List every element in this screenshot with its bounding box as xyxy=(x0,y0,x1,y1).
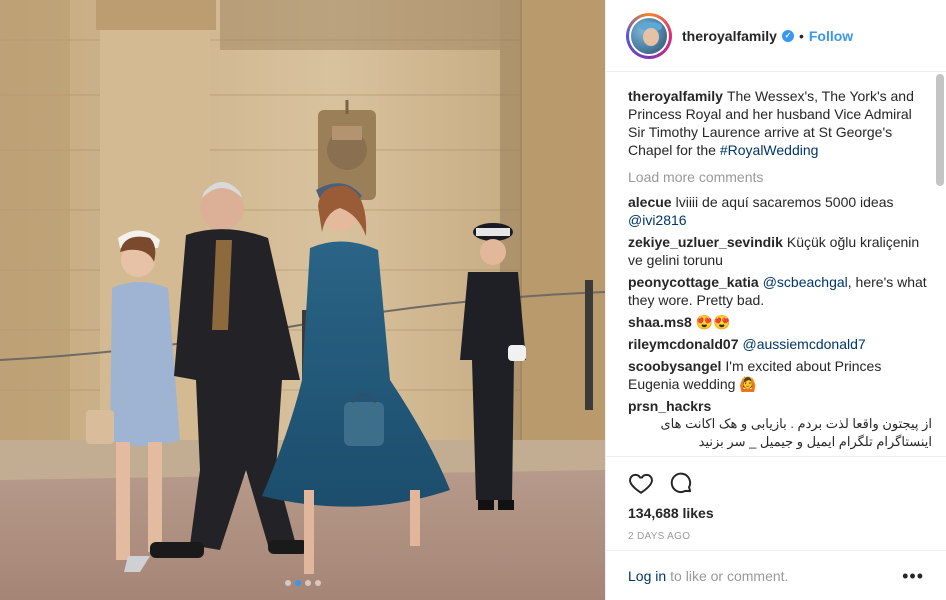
comments-list: theroyalfamily The Wessex's, The York's a… xyxy=(606,73,946,454)
header-username[interactable]: theroyalfamily xyxy=(682,28,777,44)
comment-mention-link[interactable]: @scbeachgal xyxy=(763,274,848,290)
carousel-dot[interactable] xyxy=(314,580,321,586)
comment-item: peonycottage_katia @scbeachgal, here's wh… xyxy=(628,273,932,309)
follow-button[interactable]: Follow xyxy=(809,28,853,44)
comment-text-rtl: از پیجتون واقعا لذت بردم . بازیابی و هک … xyxy=(660,416,932,449)
comment-item: rileymcdonald07 @aussiemcdonald7 xyxy=(628,335,932,353)
header-separator: • xyxy=(798,27,804,44)
comment-item: zekiye_uzluer_sevindik Küçük oğlu kraliçe… xyxy=(628,233,932,269)
action-icon-row xyxy=(628,465,924,501)
comment-item: alecue lviiii de aquí sacaremos 5000 idea… xyxy=(628,193,932,229)
avatar[interactable] xyxy=(629,15,669,56)
comment-text: lviiii de aquí sacaremos 5000 ideas xyxy=(675,194,894,210)
comment-text: 😍😍 xyxy=(695,314,731,330)
post-header: theroyalfamily ✓ • Follow xyxy=(606,0,946,72)
comment-item: shaa.ms8 😍😍 xyxy=(628,313,932,331)
post-timestamp[interactable]: 2 DAYS AGO xyxy=(628,531,924,542)
comment-username[interactable]: peonycottage_katia xyxy=(628,274,759,290)
post-caption: theroyalfamily The Wessex's, The York's a… xyxy=(628,87,932,159)
carousel-indicator[interactable] xyxy=(0,580,605,586)
carousel-dot[interactable] xyxy=(304,580,311,586)
post-side-panel: theroyalfamily ✓ • Follow theroyalfamily… xyxy=(605,0,946,600)
more-options-icon[interactable]: ••• xyxy=(902,567,924,585)
post-photo[interactable] xyxy=(0,0,605,600)
likes-count[interactable]: 134,688 likes xyxy=(628,505,924,521)
comment-item: prsn_hackrs از پیجتون واقعا لذت بردم . ب… xyxy=(628,397,932,451)
photo-illustration xyxy=(0,0,605,600)
avatar-face-shape xyxy=(643,27,659,46)
caption-username[interactable]: theroyalfamily xyxy=(628,88,723,104)
comment-username[interactable]: shaa.ms8 xyxy=(628,314,692,330)
comment-username[interactable]: scoobysangel xyxy=(628,358,721,374)
carousel-dot-active[interactable] xyxy=(294,580,301,586)
comment-username[interactable]: prsn_hackrs xyxy=(628,398,711,414)
login-link[interactable]: Log in xyxy=(628,568,666,584)
comment-mention-link[interactable]: @ivi2816 xyxy=(628,212,687,228)
avatar-story-ring[interactable] xyxy=(626,12,672,59)
verified-badge-icon: ✓ xyxy=(781,29,794,42)
comment-username[interactable]: zekiye_uzluer_sevindik xyxy=(628,234,783,250)
post-actions: 134,688 likes 2 DAYS AGO xyxy=(606,456,946,542)
login-prompt-text: to like or comment. xyxy=(670,567,789,584)
comment-bubble-icon[interactable] xyxy=(668,470,694,496)
carousel-dot[interactable] xyxy=(284,580,291,586)
caption-hashtag-link[interactable]: #RoyalWedding xyxy=(720,142,819,158)
heart-icon[interactable] xyxy=(628,470,654,496)
comment-username[interactable]: rileymcdonald07 xyxy=(628,336,739,352)
comment-item: scoobysangel I'm excited about Princes Eu… xyxy=(628,357,932,393)
comment-mention-link[interactable]: @aussiemcdonald7 xyxy=(743,336,866,352)
login-bar: Log in to like or comment. ••• xyxy=(606,550,946,600)
load-more-comments-button[interactable]: Load more comments xyxy=(628,169,932,185)
comment-username[interactable]: alecue xyxy=(628,194,672,210)
